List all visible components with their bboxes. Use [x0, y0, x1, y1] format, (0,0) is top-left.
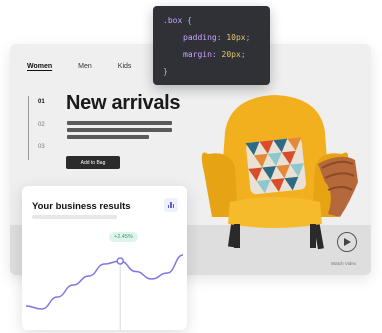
slider-track: [28, 96, 29, 160]
armchair-image: [201, 95, 358, 250]
code-line-margin: margin: 20px;: [183, 50, 246, 59]
text-placeholder-line: [67, 121, 172, 125]
slide-number-2[interactable]: 02: [38, 122, 45, 128]
play-video-button[interactable]: [337, 232, 357, 252]
text-placeholder-line: [67, 128, 172, 132]
results-line-chart: [25, 254, 184, 330]
play-icon: [343, 238, 351, 246]
add-to-bag-button[interactable]: Add to Bag: [66, 156, 120, 169]
series-line: [25, 254, 184, 310]
category-tabs: Women Men Kids: [27, 63, 131, 70]
code-line-padding: padding: 10px;: [183, 33, 251, 42]
tab-women[interactable]: Women: [27, 63, 52, 70]
business-results-card: Your business results +2.45%: [22, 186, 187, 330]
highlight-point[interactable]: [116, 257, 124, 265]
slide-number-1[interactable]: 01: [38, 99, 45, 105]
page-title: New arrivals: [66, 92, 181, 114]
tab-men[interactable]: Men: [78, 63, 92, 70]
code-snippet: .box { padding: 10px; margin: 20px; }: [153, 6, 270, 85]
watch-video-label: Watch Video: [331, 261, 357, 266]
text-placeholder-line: [67, 135, 149, 139]
slide-number-3[interactable]: 03: [38, 144, 45, 150]
code-selector: .box {: [163, 16, 192, 25]
tab-kids[interactable]: Kids: [118, 63, 132, 70]
code-closing-brace: }: [163, 67, 168, 76]
